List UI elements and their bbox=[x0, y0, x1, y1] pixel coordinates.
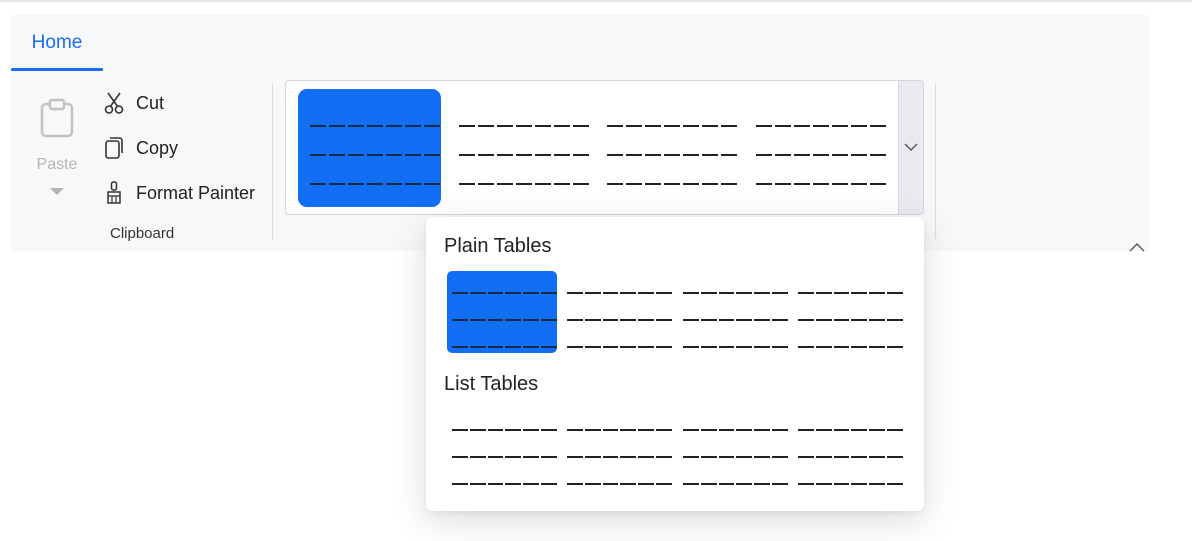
gallery-style-4[interactable] bbox=[744, 89, 887, 207]
group-separator bbox=[272, 83, 273, 239]
chevron-down-icon bbox=[904, 143, 918, 151]
cut-button[interactable]: Cut bbox=[103, 88, 164, 118]
ribbon: Home Paste Cut Copy Format Painter Clipb… bbox=[11, 15, 1149, 253]
group-separator-right bbox=[935, 83, 936, 239]
cut-label: Cut bbox=[136, 92, 165, 113]
paste-button[interactable]: Paste bbox=[33, 98, 81, 208]
chevron-up-icon[interactable] bbox=[1128, 241, 1146, 253]
copy-icon bbox=[103, 136, 125, 160]
section-title-list-tables: List Tables bbox=[444, 373, 539, 395]
table-styles-gallery bbox=[285, 80, 924, 215]
plain-table-style-1[interactable] bbox=[447, 271, 557, 353]
paste-dropdown-icon bbox=[50, 188, 64, 195]
paste-label: Paste bbox=[36, 156, 78, 173]
gallery-style-2[interactable] bbox=[447, 89, 590, 207]
copy-label: Copy bbox=[136, 137, 179, 158]
list-table-style-2[interactable] bbox=[562, 408, 672, 490]
section-title-plain-tables: Plain Tables bbox=[444, 235, 552, 257]
plain-table-style-4[interactable] bbox=[793, 271, 903, 353]
list-table-style-3[interactable] bbox=[678, 408, 788, 490]
format-painter-button[interactable]: Format Painter bbox=[103, 178, 255, 208]
tab-home[interactable]: Home bbox=[11, 15, 103, 71]
plain-table-style-3[interactable] bbox=[678, 271, 788, 353]
list-table-style-4[interactable] bbox=[793, 408, 903, 490]
copy-button[interactable]: Copy bbox=[103, 133, 178, 163]
plain-table-style-2[interactable] bbox=[562, 271, 672, 353]
top-border bbox=[0, 0, 1192, 2]
table-styles-dropdown: Plain Tables List Tables bbox=[426, 217, 924, 511]
gallery-more-button[interactable] bbox=[898, 81, 923, 214]
gallery-style-3[interactable] bbox=[595, 89, 738, 207]
cut-icon bbox=[103, 91, 125, 115]
clipboard-group-label: Clipboard bbox=[110, 225, 175, 242]
format-painter-label: Format Painter bbox=[136, 182, 256, 203]
paste-icon bbox=[40, 98, 74, 138]
gallery-style-1[interactable] bbox=[298, 89, 441, 207]
format-painter-icon bbox=[103, 181, 125, 205]
list-table-style-1[interactable] bbox=[447, 408, 557, 490]
